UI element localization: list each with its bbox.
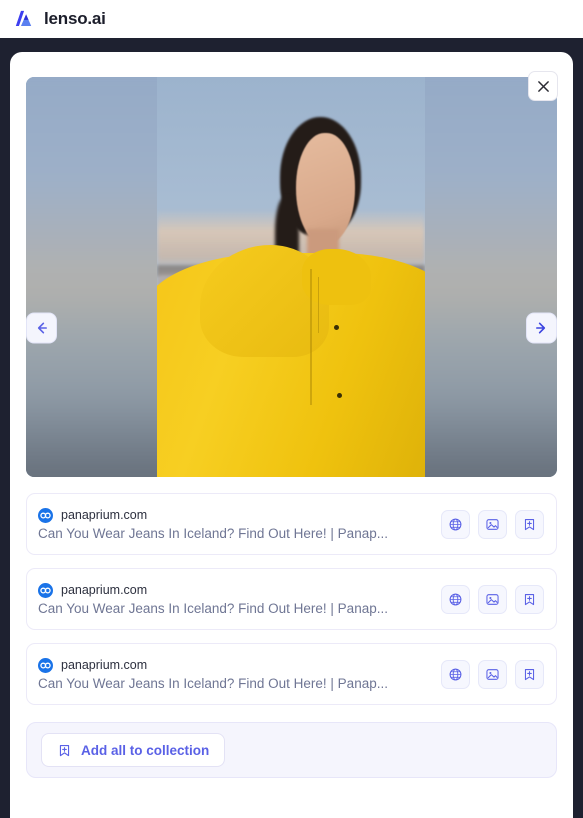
arrow-right-icon: [536, 322, 546, 334]
panaprium-infinity-favicon: [38, 582, 53, 598]
globe-icon: [449, 593, 462, 605]
result-info: panaprium.com Can You Wear Jeans In Icel…: [38, 582, 441, 616]
image-detail-modal: panaprium.com Can You Wear Jeans In Icel…: [10, 52, 573, 818]
result-domain-line: panaprium.com: [38, 507, 441, 523]
result-domain: panaprium.com: [61, 583, 148, 597]
bookmark-plus-icon: [524, 668, 535, 680]
bookmark-plus-icon: [524, 518, 535, 530]
image-icon: [486, 518, 499, 530]
add-all-to-collection-button[interactable]: Add all to collection: [41, 733, 226, 767]
image-icon: [486, 668, 499, 680]
previous-image-button[interactable]: [26, 312, 57, 344]
result-title: Can You Wear Jeans In Iceland? Find Out …: [38, 525, 388, 541]
result-info: panaprium.com Can You Wear Jeans In Icel…: [38, 657, 441, 691]
image-icon: [486, 593, 499, 605]
add-all-panel: Add all to collection: [26, 722, 557, 778]
panaprium-infinity-favicon: [38, 507, 53, 523]
panaprium-infinity-favicon: [38, 657, 53, 673]
result-title: Can You Wear Jeans In Iceland? Find Out …: [38, 675, 388, 691]
result-actions: [441, 659, 544, 689]
open-image-button[interactable]: [478, 659, 507, 689]
photo-snap-button: [336, 393, 342, 398]
open-website-button[interactable]: [441, 509, 470, 539]
open-website-button[interactable]: [441, 584, 470, 614]
photo-collar: [301, 249, 372, 305]
close-button[interactable]: [528, 71, 558, 101]
table-row[interactable]: panaprium.com Can You Wear Jeans In Icel…: [26, 493, 557, 555]
brand-logo[interactable]: lenso.ai: [14, 8, 106, 30]
result-list: panaprium.com Can You Wear Jeans In Icel…: [26, 493, 557, 705]
globe-icon: [449, 668, 462, 680]
arrow-left-icon: [37, 322, 47, 334]
result-domain-line: panaprium.com: [38, 657, 441, 673]
image-viewer: [26, 77, 557, 477]
photo-drawcord: [317, 277, 320, 333]
result-actions: [441, 584, 544, 614]
result-title: Can You Wear Jeans In Iceland? Find Out …: [38, 600, 388, 616]
result-domain: panaprium.com: [61, 508, 148, 522]
result-image[interactable]: [157, 77, 425, 477]
add-to-collection-button[interactable]: [515, 584, 544, 614]
bookmark-plus-icon: [524, 593, 535, 605]
bookmark-plus-icon: [59, 744, 70, 756]
table-row[interactable]: panaprium.com Can You Wear Jeans In Icel…: [26, 643, 557, 705]
open-website-button[interactable]: [441, 659, 470, 689]
lenso-a-logo-icon: [15, 10, 32, 26]
brand-name: lenso.ai: [44, 9, 106, 28]
table-row[interactable]: panaprium.com Can You Wear Jeans In Icel…: [26, 568, 557, 630]
close-icon: [537, 80, 549, 92]
result-domain-line: panaprium.com: [38, 582, 441, 598]
result-domain: panaprium.com: [61, 658, 148, 672]
next-image-button[interactable]: [526, 312, 557, 344]
photo-snap-button: [333, 325, 339, 330]
result-info: panaprium.com Can You Wear Jeans In Icel…: [38, 507, 441, 541]
site-header: lenso.ai: [0, 0, 583, 38]
add-to-collection-button[interactable]: [515, 509, 544, 539]
open-image-button[interactable]: [478, 584, 507, 614]
photo-zipper: [309, 269, 312, 405]
add-all-label: Add all to collection: [81, 742, 210, 758]
add-to-collection-button[interactable]: [515, 659, 544, 689]
result-actions: [441, 509, 544, 539]
globe-icon: [449, 518, 462, 530]
open-image-button[interactable]: [478, 509, 507, 539]
